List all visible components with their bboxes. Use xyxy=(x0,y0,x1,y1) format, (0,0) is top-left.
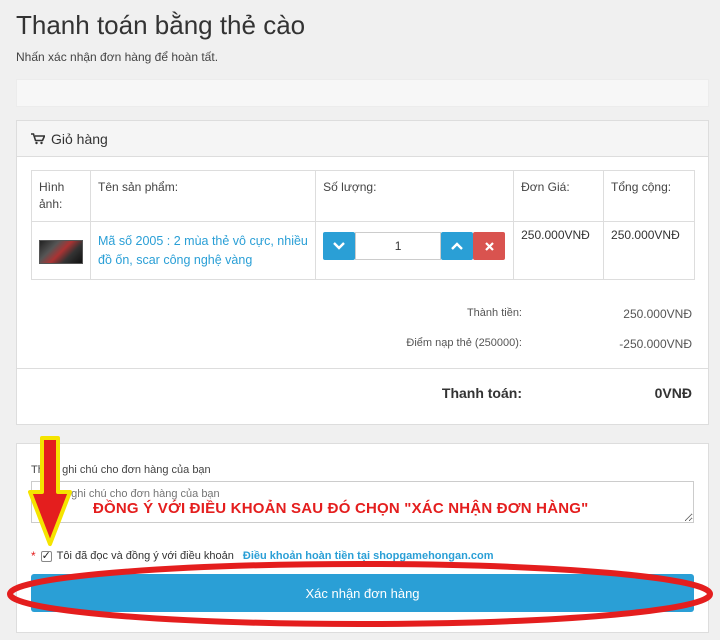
summary-divider xyxy=(17,368,708,369)
product-name-cell: Mã số 2005 : 2 mùa thẻ vô cực, nhiều đồ … xyxy=(89,221,317,280)
col-header-product: Tên sản phẩm: xyxy=(89,170,317,222)
cart-header-row: Hình ảnh: Tên sản phẩm: Số lượng: Đơn Gi… xyxy=(31,170,695,222)
chevron-up-icon xyxy=(451,242,463,250)
points-row: Điểm nạp thẻ (250000): -250.000VNĐ xyxy=(322,337,692,351)
shopping-cart-icon xyxy=(31,132,45,144)
total-row: Thanh toán: 0VNĐ xyxy=(322,385,692,401)
line-total-cell: 250.000VNĐ xyxy=(603,221,695,280)
subtotal-label: Thành tiền: xyxy=(466,307,522,319)
annotation-instruction: ĐỒNG Ý VỚI ĐIỀU KHOẢN SAU ĐÓ CHỌN "XÁC N… xyxy=(93,500,589,517)
close-icon xyxy=(484,241,494,251)
annotation-arrow-icon xyxy=(28,436,72,546)
chevron-down-icon xyxy=(333,242,345,250)
cart-panel: Giỏ hàng Hình ảnh: Tên sản phẩm: Số lượn… xyxy=(16,120,709,425)
notice-bar xyxy=(16,79,709,107)
subtotal-row: Thành tiền: 250.000VNĐ xyxy=(322,307,692,321)
product-link[interactable]: Mã số 2005 : 2 mùa thẻ vô cực, nhiều đồ … xyxy=(98,232,308,270)
col-header-quantity: Số lượng: xyxy=(315,170,515,222)
quantity-input[interactable]: 1 xyxy=(355,232,442,260)
unit-price-cell: 250.000VNĐ xyxy=(513,221,605,280)
points-value: -250.000VNĐ xyxy=(619,337,692,351)
table-row: Mã số 2005 : 2 mùa thẻ vô cực, nhiều đồ … xyxy=(31,221,695,280)
col-header-total: Tổng cộng: xyxy=(603,170,695,222)
annotation-ellipse-highlight xyxy=(7,561,713,627)
quantity-stepper: 1 xyxy=(323,232,506,260)
page-title: Thanh toán bằng thẻ cào xyxy=(16,10,306,40)
page-subtitle: Nhấn xác nhận đơn hàng để hoàn tất. xyxy=(16,50,219,64)
col-header-image: Hình ảnh: xyxy=(31,170,91,222)
increase-quantity-button[interactable] xyxy=(441,232,474,260)
cart-heading: Giỏ hàng xyxy=(17,121,708,157)
remove-item-button[interactable] xyxy=(473,232,506,260)
decrease-quantity-button[interactable] xyxy=(323,232,356,260)
points-label: Điểm nạp thẻ (250000): xyxy=(406,337,522,349)
product-thumbnail[interactable] xyxy=(39,240,83,264)
total-value: 0VNĐ xyxy=(654,385,692,401)
product-thumbnail-cell xyxy=(31,221,91,280)
quantity-cell: 1 xyxy=(315,221,515,280)
total-label: Thanh toán: xyxy=(441,385,522,401)
subtotal-value: 250.000VNĐ xyxy=(623,307,692,321)
col-header-unit-price: Đơn Giá: xyxy=(513,170,605,222)
cart-table: Hình ảnh: Tên sản phẩm: Số lượng: Đơn Gi… xyxy=(31,170,695,280)
cart-heading-label: Giỏ hàng xyxy=(51,130,108,147)
